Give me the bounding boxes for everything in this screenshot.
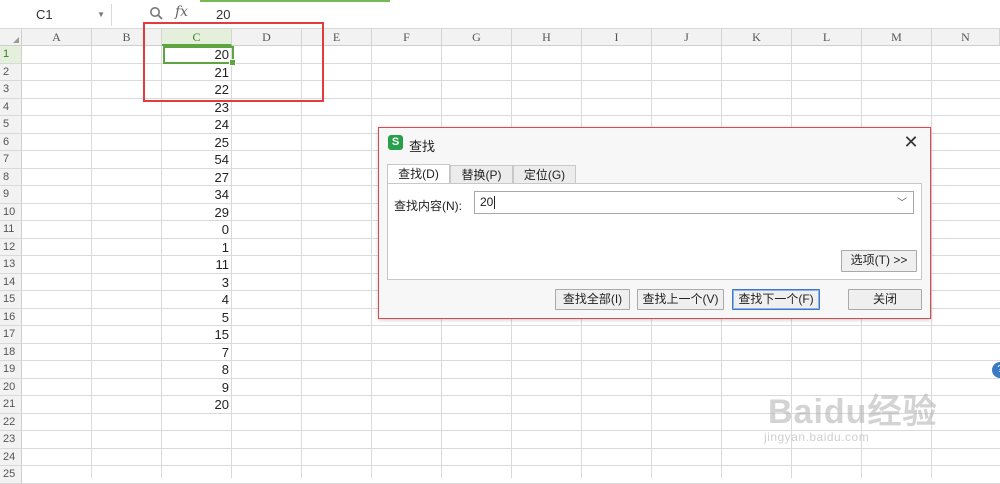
- cell-c6[interactable]: 25: [162, 134, 232, 151]
- cell-c15[interactable]: 4: [162, 291, 232, 308]
- find-next-button[interactable]: 查找下一个(F): [732, 289, 820, 310]
- row-header-16[interactable]: 16: [0, 308, 22, 326]
- column-header-f[interactable]: F: [372, 29, 442, 46]
- row-header-13[interactable]: 13: [0, 256, 22, 274]
- cell-c10[interactable]: 29: [162, 204, 232, 221]
- tab-find[interactable]: 查找(D): [387, 164, 450, 184]
- cell-c13[interactable]: 11: [162, 256, 232, 273]
- grid-hline: [22, 482, 1000, 484]
- row-header-18[interactable]: 18: [0, 343, 22, 361]
- grid-hline: [22, 465, 1000, 466]
- tab-replace[interactable]: 替换(P): [450, 165, 513, 184]
- column-header-i[interactable]: I: [582, 29, 652, 46]
- find-dialog: S 查找 ✕ 查找(D) 替换(P) 定位(G) 查找内容(N): 20 ﹀ 选…: [378, 127, 931, 319]
- find-all-button[interactable]: 查找全部(I): [555, 289, 630, 310]
- chevron-down-icon[interactable]: ▼: [97, 4, 105, 26]
- row-header-24[interactable]: 24: [0, 448, 22, 466]
- row-header-14[interactable]: 14: [0, 273, 22, 291]
- cell-c16[interactable]: 5: [162, 309, 232, 326]
- cell-c14[interactable]: 3: [162, 274, 232, 291]
- row-header-17[interactable]: 17: [0, 326, 22, 344]
- row-header-10[interactable]: 10: [0, 203, 22, 221]
- cell-c21[interactable]: 20: [162, 396, 232, 413]
- fx-icon[interactable]: fx: [175, 4, 188, 20]
- row-header-5[interactable]: 5: [0, 116, 22, 134]
- search-input[interactable]: 20 ﹀: [474, 191, 914, 214]
- row-header-25[interactable]: 25: [0, 466, 22, 484]
- zoom-icon[interactable]: [149, 6, 163, 20]
- column-header-j[interactable]: J: [652, 29, 722, 46]
- row-header-1[interactable]: 1: [0, 46, 22, 64]
- find-panel: 查找内容(N): 20 ﹀ 选项(T) >>: [387, 183, 922, 280]
- watermark-url: jingyan.baidu.com: [764, 430, 870, 444]
- row-header-4[interactable]: 4: [0, 98, 22, 116]
- formula-input[interactable]: 20: [216, 7, 230, 22]
- cell-c5[interactable]: 24: [162, 116, 232, 133]
- tab-goto[interactable]: 定位(G): [513, 165, 576, 184]
- row-header-20[interactable]: 20: [0, 378, 22, 396]
- cell-c20[interactable]: 9: [162, 379, 232, 396]
- name-box[interactable]: C1 ▼: [0, 4, 112, 26]
- dialog-title: 查找: [409, 139, 436, 154]
- row-header-2[interactable]: 2: [0, 63, 22, 81]
- column-header-m[interactable]: M: [862, 29, 932, 46]
- cell-c19[interactable]: 8: [162, 361, 232, 378]
- close-icon[interactable]: ✕: [902, 132, 920, 152]
- column-header-k[interactable]: K: [722, 29, 792, 46]
- cell-c17[interactable]: 15: [162, 326, 232, 343]
- row-header-19[interactable]: 19: [0, 361, 22, 379]
- wps-logo-icon: S: [388, 135, 403, 150]
- row-header-7[interactable]: 7: [0, 151, 22, 169]
- row-header-12[interactable]: 12: [0, 238, 22, 256]
- row-header-6[interactable]: 6: [0, 133, 22, 151]
- cell-c8[interactable]: 27: [162, 169, 232, 186]
- cell-c9[interactable]: 34: [162, 186, 232, 203]
- search-input-value: 20: [480, 195, 494, 209]
- select-all-corner[interactable]: [0, 29, 22, 46]
- row-header-21[interactable]: 21: [0, 396, 22, 414]
- search-label: 查找内容(N):: [394, 199, 462, 213]
- find-previous-button[interactable]: 查找上一个(V): [637, 289, 724, 310]
- cell-c12[interactable]: 1: [162, 239, 232, 256]
- cell-c7[interactable]: 54: [162, 151, 232, 168]
- row-header-23[interactable]: 23: [0, 431, 22, 449]
- dialog-titlebar[interactable]: S 查找 ✕: [379, 128, 930, 158]
- highlight-rectangle: [143, 22, 324, 102]
- row-header-3[interactable]: 3: [0, 81, 22, 99]
- column-header-h[interactable]: H: [512, 29, 582, 46]
- column-header-g[interactable]: G: [442, 29, 512, 46]
- column-header-a[interactable]: A: [22, 29, 92, 46]
- watermark-brand: Baidu经验: [768, 393, 938, 431]
- row-header-22[interactable]: 22: [0, 413, 22, 431]
- column-header-l[interactable]: L: [792, 29, 862, 46]
- name-box-value: C1: [36, 7, 53, 22]
- row-header-15[interactable]: 15: [0, 291, 22, 309]
- options-button[interactable]: 选项(T) >>: [841, 250, 917, 272]
- column-header-n[interactable]: N: [932, 29, 1000, 46]
- baidu-watermark: Baidu经验 jingyan.baidu.com: [750, 370, 960, 460]
- close-button[interactable]: 关闭: [848, 289, 922, 310]
- cell-c18[interactable]: 7: [162, 344, 232, 361]
- formula-bar-accent: [200, 0, 390, 2]
- row-header-8[interactable]: 8: [0, 168, 22, 186]
- text-caret: [494, 196, 496, 210]
- row-header-9[interactable]: 9: [0, 186, 22, 204]
- row-header-11[interactable]: 11: [0, 221, 22, 239]
- cell-c11[interactable]: 0: [162, 221, 232, 238]
- chevron-down-icon[interactable]: ﹀: [897, 193, 907, 214]
